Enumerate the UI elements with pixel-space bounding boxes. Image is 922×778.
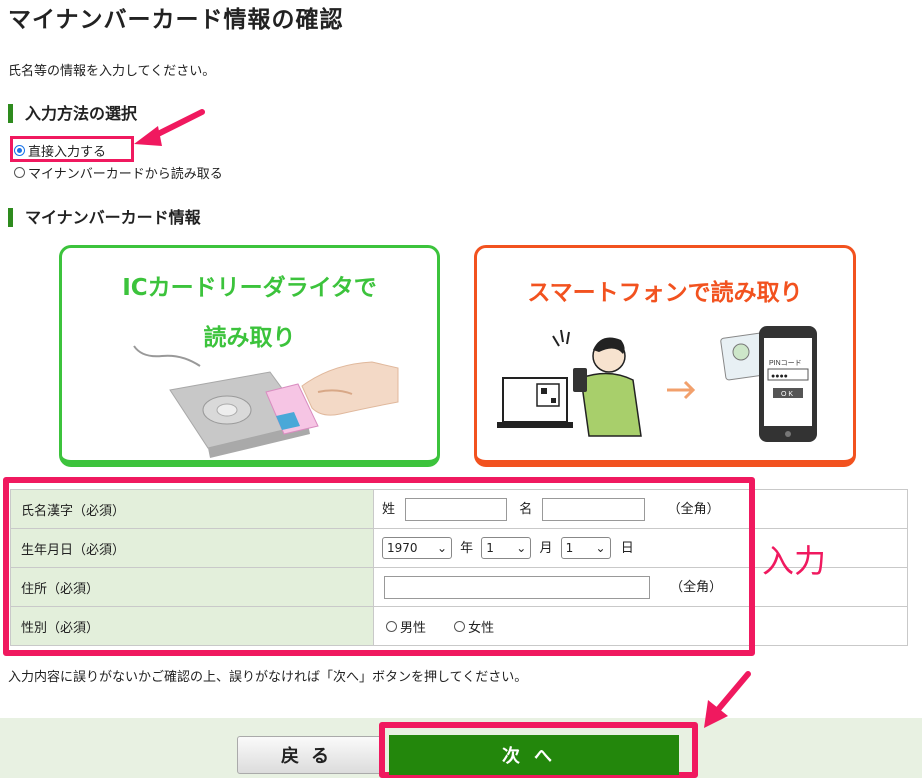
annotation-arrow-icon xyxy=(134,109,205,146)
card-reader-illustration-icon xyxy=(133,345,399,458)
radio-direct-input-label: 直接入力する xyxy=(28,145,107,160)
phone-pin-dots: ●●●● xyxy=(771,373,788,380)
back-button[interactable]: 戻る xyxy=(237,736,385,774)
smartphone-illustration-icon: PINコード ●●●● O K xyxy=(497,326,817,442)
form-highlight xyxy=(3,477,755,656)
ic-reader-card[interactable]: ICカードリーダライタで 読み取り xyxy=(59,245,440,467)
smartphone-card[interactable]: スマートフォンで読み取り PINコード ●●●● O K xyxy=(474,245,856,467)
intro-text: 氏名等の情報を入力してください。 xyxy=(8,64,216,79)
input-method-heading: 入力方法の選択 xyxy=(8,104,137,123)
radio-read-card-label: マイナンバーカードから読み取る xyxy=(28,167,223,182)
radio-read-card[interactable]: マイナンバーカードから読み取る xyxy=(14,163,223,182)
annotation-input-label: 入力 xyxy=(762,542,827,580)
phone-pin-label: PINコード xyxy=(769,359,802,367)
radio-selected-icon[interactable] xyxy=(14,145,25,156)
confirm-note: 入力内容に誤りがないかご確認の上、誤りがなければ「次へ」ボタンを押してください。 xyxy=(8,670,528,685)
ic-reader-title-line1: ICカードリーダライタで xyxy=(122,275,377,301)
page-title: マイナンバーカード情報の確認 xyxy=(8,7,344,33)
radio-direct-input[interactable]: 直接入力する xyxy=(14,141,106,160)
phone-ok-label: O K xyxy=(781,391,793,398)
radio-unselected-icon[interactable] xyxy=(14,167,25,178)
annotation-arrow-icon xyxy=(704,671,751,728)
card-info-heading: マイナンバーカード情報 xyxy=(8,208,201,227)
smartphone-title: スマートフォンで読み取り xyxy=(527,280,803,306)
next-button[interactable]: 次へ xyxy=(389,735,679,775)
